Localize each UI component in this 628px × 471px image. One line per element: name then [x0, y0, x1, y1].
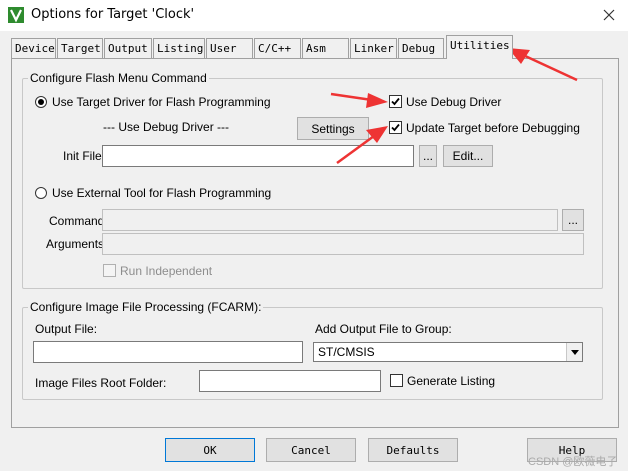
root-folder-input[interactable] [199, 370, 381, 392]
command-browse-button[interactable]: ... [562, 209, 584, 231]
checkmark-icon [391, 97, 400, 106]
use-debug-driver-checkbox[interactable] [389, 95, 402, 108]
arguments-label: Arguments: [46, 237, 108, 251]
use-debug-driver-label: Use Debug Driver [406, 95, 502, 109]
init-file-edit-button[interactable]: Edit... [443, 145, 493, 167]
use-external-tool-label: Use External Tool for Flash Programming [52, 186, 272, 200]
output-group-select[interactable]: ST/CMSIS [313, 342, 583, 362]
app-icon [8, 7, 24, 23]
arguments-input[interactable] [102, 233, 584, 255]
use-target-driver-radio[interactable] [35, 96, 47, 108]
tab-user[interactable]: User [206, 38, 253, 58]
update-target-label: Update Target before Debugging [406, 121, 580, 135]
chevron-down-icon [570, 349, 579, 355]
run-independent-checkbox[interactable] [103, 264, 116, 277]
tab-debug[interactable]: Debug [398, 38, 444, 58]
tab-target[interactable]: Target [57, 38, 103, 58]
watermark: CSDN @欧薇电子 [528, 456, 618, 468]
init-file-browse-button[interactable]: ... [419, 145, 437, 167]
tab-device[interactable]: Device [11, 38, 56, 58]
run-independent-label: Run Independent [120, 264, 213, 278]
output-group-value: ST/CMSIS [318, 345, 375, 359]
output-file-input[interactable] [33, 341, 303, 363]
use-external-tool-radio[interactable] [35, 187, 47, 199]
tab-asm[interactable]: Asm [302, 38, 349, 58]
flash-config-group [22, 78, 603, 289]
use-target-driver-label: Use Target Driver for Flash Programming [52, 95, 271, 109]
tab-utilities[interactable]: Utilities [446, 35, 513, 59]
dropdown-arrow[interactable] [566, 343, 582, 361]
init-file-label: Init File: [63, 149, 106, 163]
command-input[interactable] [102, 209, 558, 231]
output-file-label: Output File: [35, 322, 98, 336]
flash-group-legend: Configure Flash Menu Command [28, 71, 209, 85]
init-file-input[interactable] [102, 145, 414, 167]
tab-linker[interactable]: Linker [350, 38, 397, 58]
ok-button[interactable]: OK [165, 438, 255, 462]
debug-driver-note: --- Use Debug Driver --- [103, 120, 230, 134]
tab-listing[interactable]: Listing [153, 38, 205, 58]
tab-cpp[interactable]: C/C++ [254, 38, 301, 58]
close-icon [603, 9, 615, 21]
window-title: Options for Target 'Clock' [31, 7, 195, 22]
generate-listing-label: Generate Listing [407, 374, 496, 388]
tab-output[interactable]: Output [104, 38, 152, 58]
settings-button[interactable]: Settings [297, 117, 369, 140]
add-output-label: Add Output File to Group: [315, 322, 452, 336]
command-label: Command: [49, 214, 108, 228]
checkmark-icon [391, 123, 400, 132]
update-target-checkbox[interactable] [389, 121, 402, 134]
root-folder-label: Image Files Root Folder: [35, 376, 167, 390]
defaults-button[interactable]: Defaults [368, 438, 458, 462]
cancel-button[interactable]: Cancel [266, 438, 356, 462]
generate-listing-checkbox[interactable] [390, 374, 403, 387]
close-button[interactable] [594, 2, 624, 28]
image-group-legend: Configure Image File Processing (FCARM): [28, 300, 264, 314]
